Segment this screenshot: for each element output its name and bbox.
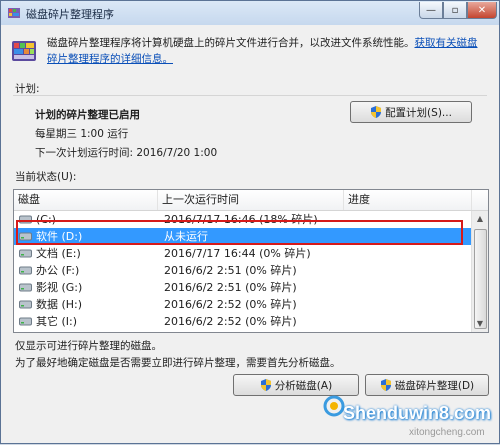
disk-last-run: 2016/7/17 16:46 (18% 碎片) (164, 213, 318, 226)
schedule-section-label: 计划: (15, 83, 40, 95)
schedule-divider (13, 95, 487, 96)
disk-list-header: 磁盘 上一次运行时间 进度 (14, 190, 488, 211)
column-header-progress[interactable]: 进度 (344, 190, 472, 210)
schedule-frequency: 每星期三 1:00 运行 (35, 128, 129, 140)
uac-shield-icon (371, 106, 382, 118)
scroll-thumb[interactable] (474, 229, 487, 329)
disk-row[interactable]: 数据 (H:) 2016/6/2 2:52 (0% 碎片) (14, 296, 471, 313)
defrag-window: 磁盘碎片整理程序 — ▫ ✕ 磁盘碎片整理程序将计算机硬盘上的碎片文件进行合并，… (0, 0, 500, 444)
intro-text: 磁盘碎片整理程序将计算机硬盘上的碎片文件进行合并，以改进文件系统性能。获取有关磁… (47, 35, 487, 67)
disk-row[interactable]: 办公 (F:) 2016/6/2 2:51 (0% 碎片) (14, 262, 471, 279)
drive-icon (19, 317, 32, 326)
note-line-2: 为了最好地确定磁盘是否需要立即进行碎片整理，需要首先分析磁盘。 (15, 357, 341, 369)
disk-last-run: 2016/7/17 16:44 (0% 碎片) (164, 247, 311, 260)
watermark-site: Shenduwin8.com (343, 403, 492, 423)
disk-last-run: 2016/6/2 2:52 (0% 碎片) (164, 298, 297, 311)
minimize-button[interactable]: — (419, 2, 443, 19)
disk-row[interactable]: 软件 (D:) 从未运行 (14, 228, 471, 245)
drive-icon (19, 215, 32, 224)
drive-icon (19, 249, 32, 258)
intro-description: 磁盘碎片整理程序将计算机硬盘上的碎片文件进行合并，以改进文件系统性能。 (47, 37, 415, 49)
disk-list-scrollbar[interactable]: ▲ ▼ (471, 211, 488, 332)
watermark-logo-icon (323, 395, 345, 417)
maximize-button[interactable]: ▫ (443, 2, 467, 19)
disk-name: 影视 (G:) (36, 281, 83, 294)
watermark-sub: xitongcheng.com (409, 427, 485, 438)
title-bar[interactable]: 磁盘碎片整理程序 — ▫ ✕ (1, 1, 499, 25)
window-title: 磁盘碎片整理程序 (26, 8, 114, 21)
current-status-label: 当前状态(U): (15, 171, 77, 183)
drive-icon (19, 283, 32, 292)
disk-row[interactable]: 影视 (G:) 2016/6/2 2:51 (0% 碎片) (14, 279, 471, 296)
schedule-next-run: 下一次计划运行时间: 2016/7/20 1:00 (35, 147, 218, 159)
scroll-down-arrow-icon[interactable]: ▼ (472, 316, 488, 332)
disk-name: (C:) (36, 213, 56, 226)
disk-row[interactable]: (C:) 2016/7/17 16:46 (18% 碎片) (14, 211, 471, 228)
scroll-up-arrow-icon[interactable]: ▲ (472, 211, 488, 227)
configure-schedule-label: 配置计划(S)... (385, 106, 452, 119)
disk-last-run: 2016/6/2 2:52 (0% 碎片) (164, 315, 297, 328)
drive-icon (19, 232, 32, 241)
disk-row[interactable]: 其它 (I:) 2016/6/2 2:52 (0% 碎片) (14, 313, 471, 330)
disk-name: 其它 (I:) (36, 315, 78, 328)
disk-name: 软件 (D:) (36, 230, 83, 243)
column-header-disk[interactable]: 磁盘 (14, 190, 158, 210)
disk-last-run: 2016/6/2 2:51 (0% 碎片) (164, 264, 297, 277)
drive-icon (19, 266, 32, 275)
note-line-1: 仅显示可进行碎片整理的磁盘。 (15, 340, 162, 352)
disk-last-run: 2016/6/2 2:51 (0% 碎片) (164, 281, 297, 294)
disk-list[interactable]: 磁盘 上一次运行时间 进度 (C:) 2016/7/17 16:46 (18% 碎… (13, 189, 489, 333)
defrag-app-icon (8, 8, 20, 18)
defrag-large-icon (12, 41, 36, 61)
column-header-last-run[interactable]: 上一次运行时间 (158, 190, 344, 210)
disk-last-run: 从未运行 (164, 230, 208, 243)
disk-name: 办公 (F:) (36, 264, 80, 277)
drive-icon (19, 300, 32, 309)
disk-name: 数据 (H:) (36, 298, 83, 311)
disk-row[interactable]: 文档 (E:) 2016/7/17 16:44 (0% 碎片) (14, 245, 471, 262)
uac-shield-icon (260, 379, 271, 391)
close-button[interactable]: ✕ (467, 2, 497, 19)
watermark: Shenduwin8.com xitongcheng.com (323, 373, 500, 445)
disk-rows: (C:) 2016/7/17 16:46 (18% 碎片) 软件 (D:) 从未运行文… (14, 211, 471, 330)
configure-schedule-button[interactable]: 配置计划(S)... (350, 101, 472, 123)
disk-name: 文档 (E:) (36, 247, 81, 260)
schedule-status: 计划的碎片整理已启用 (35, 109, 140, 121)
